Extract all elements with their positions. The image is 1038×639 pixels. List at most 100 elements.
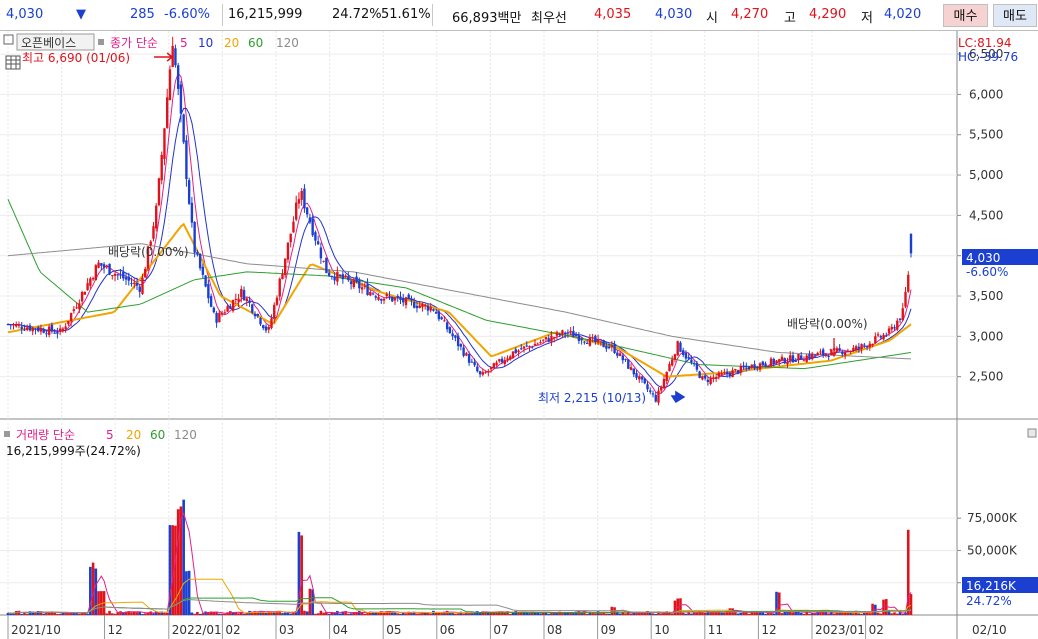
candle-body (638, 376, 641, 380)
buy-button[interactable]: 매수 (943, 4, 988, 27)
volume-bar (684, 613, 688, 615)
candle-body (725, 371, 729, 374)
candle-body (596, 339, 600, 343)
candle-body (665, 371, 668, 381)
candle-body (607, 346, 611, 349)
volume-bar (347, 613, 350, 615)
volume-bar (764, 613, 767, 615)
candle-body (251, 304, 254, 313)
candle-body (495, 362, 498, 366)
candle-body (846, 350, 850, 352)
candle-body (580, 338, 583, 341)
ma10-legend[interactable]: 10 (198, 36, 213, 50)
candle-body (413, 302, 416, 308)
vol-ma120-legend[interactable]: 120 (174, 428, 197, 442)
candle-body (45, 333, 48, 335)
candle-body (100, 263, 103, 266)
candle-body (566, 332, 570, 334)
volume-bar (690, 613, 693, 615)
volume-bar (141, 613, 144, 615)
candle-body (767, 366, 770, 368)
candle-body (97, 262, 100, 268)
price-tick-label: 6,000 (969, 87, 1003, 101)
current-price: 4,030 (6, 7, 44, 22)
volume-panel-close-icon[interactable] (1027, 428, 1037, 438)
price-legend-title: 종가 단순 (110, 36, 158, 50)
candle-body (681, 350, 685, 355)
candle-body (649, 390, 652, 392)
candle-body (352, 279, 356, 288)
candle-body (824, 353, 828, 356)
volume-bar (547, 613, 551, 615)
candle-body (429, 307, 432, 311)
candle-body (687, 357, 690, 359)
volume-bar (868, 613, 872, 615)
volume-bar (599, 613, 603, 615)
candle-body (105, 266, 109, 268)
open-label: 시 (706, 11, 718, 26)
candle-body (885, 335, 888, 337)
volume-bar (810, 613, 814, 615)
candle-body (522, 346, 526, 349)
candle-body (358, 280, 361, 289)
candle-body (734, 368, 737, 370)
down-arrow-icon: ▼ (76, 7, 86, 22)
candle-body (517, 350, 520, 353)
candle-body (887, 328, 891, 334)
candle-body (808, 353, 811, 359)
candle-body (909, 233, 913, 254)
candle-body (314, 232, 317, 241)
volume-bar (42, 613, 45, 615)
candle-body (410, 299, 413, 301)
candle-body (536, 343, 539, 345)
candle-body (758, 363, 762, 370)
candle-body (273, 304, 276, 319)
volume-bar (218, 613, 221, 615)
candle-body (893, 327, 896, 329)
ma5-legend[interactable]: 5 (180, 36, 188, 50)
candle-body (591, 337, 594, 339)
candle-body (363, 285, 367, 287)
volume-bar (736, 613, 740, 615)
ma60-legend[interactable]: 60 (248, 36, 263, 50)
candle-body (528, 345, 531, 347)
vol-ma60-legend[interactable]: 60 (150, 428, 165, 442)
candle-body (778, 359, 781, 363)
volume-bar (550, 613, 553, 615)
volume-bar (605, 613, 608, 615)
volume-bar (234, 612, 238, 615)
candle-body (64, 326, 67, 330)
candle-body (654, 394, 657, 402)
volume-bar (478, 613, 482, 615)
candle-body (632, 368, 635, 375)
candle-body (882, 334, 885, 340)
open-price: 4,270 (731, 7, 769, 22)
candle-body (294, 202, 298, 220)
candle-body (890, 326, 893, 330)
candle-body (692, 363, 696, 365)
candle-body (220, 313, 224, 315)
candle-body (127, 276, 130, 281)
candle-body (509, 356, 512, 360)
volume-bar (476, 611, 479, 615)
candle-body (470, 361, 474, 363)
candle-body (577, 335, 581, 341)
stock-chart[interactable]: 2,5003,0003,5004,0004,5005,0005,5006,000… (0, 31, 1038, 639)
candle-body (17, 324, 21, 326)
candle-body (533, 343, 537, 346)
volume-bar (890, 613, 894, 615)
candle-body (382, 298, 386, 301)
vol-ma20-legend[interactable]: 20 (126, 428, 141, 442)
candle-body (316, 241, 320, 245)
ratio-pct: 51.61% (381, 7, 431, 22)
volume-bar (440, 613, 443, 615)
ma120-legend[interactable]: 120 (276, 36, 299, 50)
sell-button[interactable]: 매도 (993, 4, 1037, 27)
ma20-legend[interactable]: 20 (224, 36, 239, 50)
candle-body (15, 324, 18, 327)
volume-bar (808, 613, 811, 615)
vol-ma5-legend[interactable]: 5 (106, 428, 114, 442)
high-price: 4,290 (809, 7, 847, 22)
candle-body (259, 317, 262, 325)
volume-bar (396, 613, 400, 615)
